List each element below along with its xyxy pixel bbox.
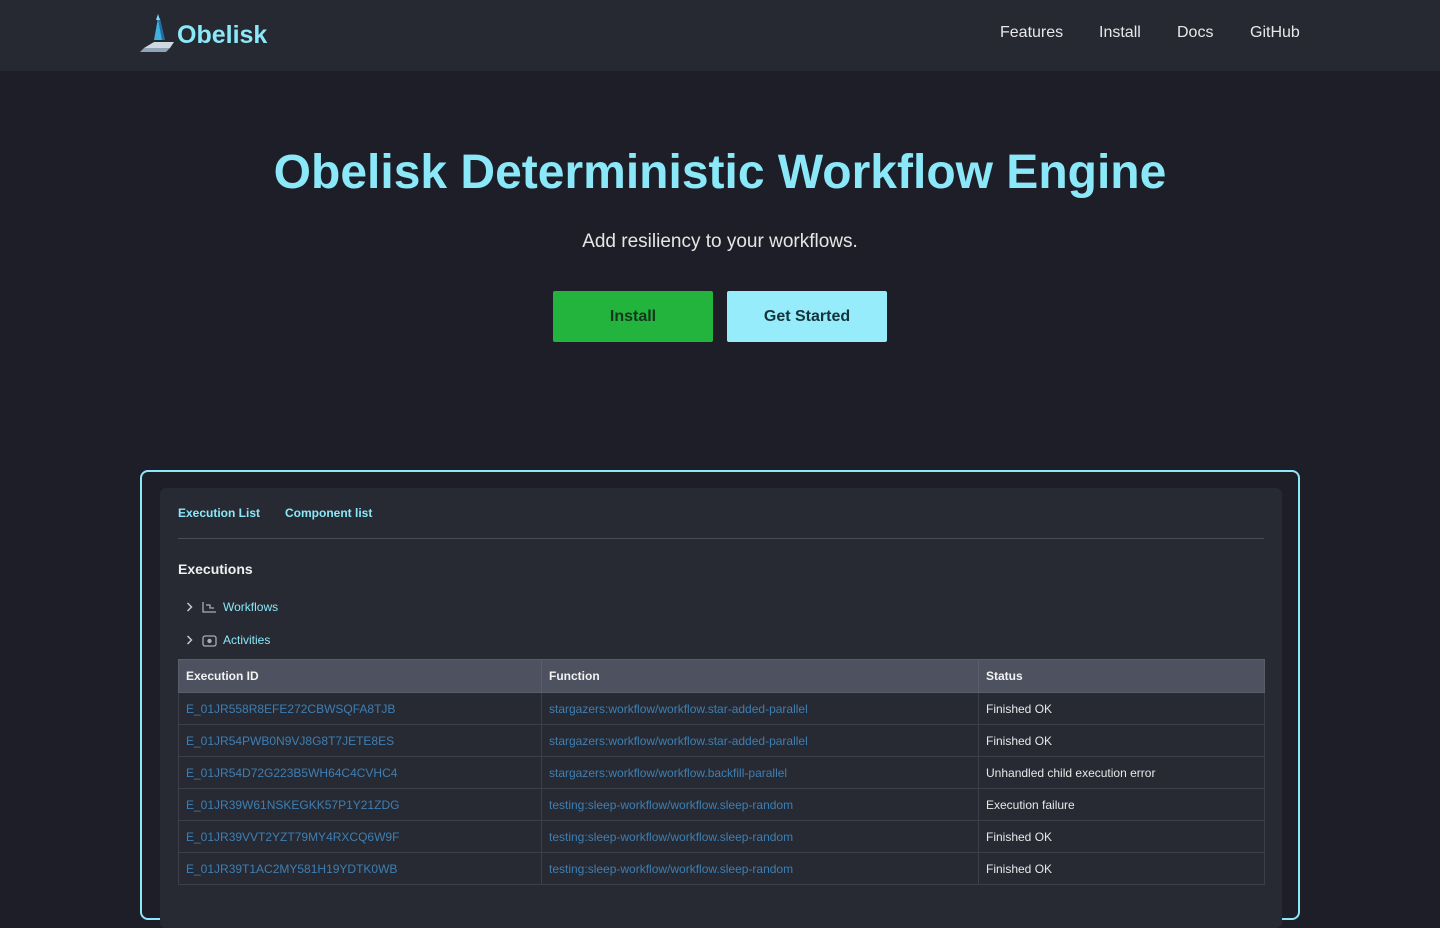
hero-title: Obelisk Deterministic Workflow Engine	[273, 146, 1167, 199]
table-row: E_01JR39VVT2YZT79MY4RXCQ6W9F testing:sle…	[178, 820, 1265, 853]
execution-id-link[interactable]: E_01JR39T1AC2MY581H19YDTK0WB	[186, 862, 397, 876]
execution-status: Finished OK	[978, 724, 1265, 757]
execution-status: Execution failure	[978, 788, 1265, 821]
function-link[interactable]: testing:sleep-workflow/workflow.sleep-ra…	[549, 798, 793, 812]
obelisk-logo-icon	[140, 14, 176, 56]
tab-execution-list[interactable]: Execution List	[178, 506, 260, 520]
hero-subtitle: Add resiliency to your workflows.	[582, 231, 858, 252]
nav-link-github[interactable]: GitHub	[1250, 24, 1300, 42]
tree-item-workflows[interactable]: Workflows	[184, 598, 278, 616]
table-header-row: Execution ID Function Status	[178, 659, 1265, 693]
execution-id-link[interactable]: E_01JR54PWB0N9VJ8G8T7JETE8ES	[186, 734, 394, 748]
function-link[interactable]: testing:sleep-workflow/workflow.sleep-ra…	[549, 862, 793, 876]
get-started-button[interactable]: Get Started	[727, 291, 887, 342]
workflow-icon	[202, 600, 218, 614]
column-header-execution-id[interactable]: Execution ID	[178, 659, 542, 693]
brand-name: Obelisk	[177, 20, 268, 49]
brand-link[interactable]: Obelisk	[140, 14, 267, 56]
function-link[interactable]: stargazers:workflow/workflow.star-added-…	[549, 734, 808, 748]
execution-status: Finished OK	[978, 692, 1265, 725]
table-row: E_01JR558R8EFE272CBWSQFA8TJB stargazers:…	[178, 692, 1265, 725]
execution-id-link[interactable]: E_01JR54D72G223B5WH64C4CVHC4	[186, 766, 397, 780]
nav-link-docs[interactable]: Docs	[1177, 24, 1213, 42]
execution-id-link[interactable]: E_01JR39VVT2YZT79MY4RXCQ6W9F	[186, 830, 399, 844]
nav-link-features[interactable]: Features	[1000, 24, 1063, 42]
table-row: E_01JR54D72G223B5WH64C4CVHC4 stargazers:…	[178, 756, 1265, 789]
app-tabs: Execution List Component list	[178, 506, 1264, 539]
nav-link-install[interactable]: Install	[1099, 24, 1141, 42]
chevron-right-icon	[184, 601, 194, 613]
app-panel: Execution List Component list Executions…	[160, 488, 1282, 928]
chevron-right-icon	[184, 634, 194, 646]
top-navbar: Obelisk Features Install Docs GitHub	[0, 0, 1440, 71]
execution-id-link[interactable]: E_01JR39W61NSKEGKK57P1Y21ZDG	[186, 798, 399, 812]
app-screenshot-frame: Execution List Component list Executions…	[140, 470, 1300, 928]
execution-status: Finished OK	[978, 820, 1265, 853]
executions-table: Execution ID Function Status E_01JR558R8…	[178, 659, 1265, 885]
column-header-function[interactable]: Function	[541, 659, 979, 693]
tree-label-activities: Activities	[223, 633, 271, 647]
table-row: E_01JR39W61NSKEGKK57P1Y21ZDG testing:sle…	[178, 788, 1265, 821]
tab-component-list[interactable]: Component list	[285, 506, 372, 520]
execution-status: Finished OK	[978, 852, 1265, 885]
nav-links: Features Install Docs GitHub	[1000, 24, 1300, 48]
activity-icon	[202, 633, 218, 647]
column-header-status[interactable]: Status	[978, 659, 1265, 693]
install-button[interactable]: Install	[553, 291, 713, 342]
tree-label-workflows: Workflows	[223, 600, 279, 614]
execution-id-link[interactable]: E_01JR558R8EFE272CBWSQFA8TJB	[186, 702, 395, 716]
function-link[interactable]: stargazers:workflow/workflow.backfill-pa…	[549, 766, 787, 780]
executions-heading: Executions	[178, 561, 253, 577]
table-row: E_01JR54PWB0N9VJ8G8T7JETE8ES stargazers:…	[178, 724, 1265, 757]
tree-item-activities[interactable]: Activities	[184, 631, 270, 649]
function-link[interactable]: testing:sleep-workflow/workflow.sleep-ra…	[549, 830, 793, 844]
table-row: E_01JR39T1AC2MY581H19YDTK0WB testing:sle…	[178, 852, 1265, 885]
execution-status: Unhandled child execution error	[978, 756, 1265, 789]
function-link[interactable]: stargazers:workflow/workflow.star-added-…	[549, 702, 808, 716]
